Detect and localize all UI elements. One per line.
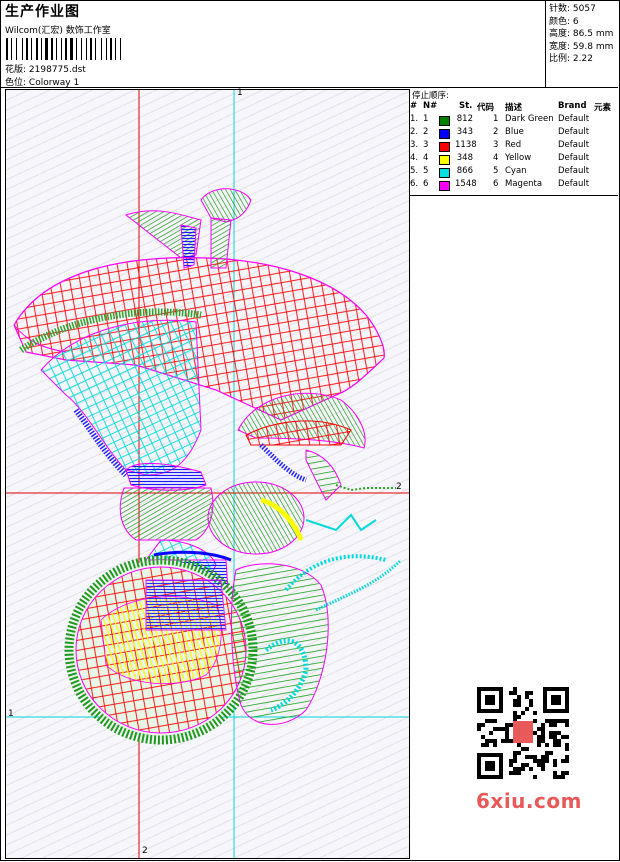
stat-scale-label: 比例: xyxy=(549,54,571,64)
col-code: 代码 xyxy=(477,103,495,113)
color-swatch xyxy=(439,116,450,126)
embroidery-preview xyxy=(6,90,409,858)
design-canvas: 1 2 1 2 xyxy=(5,88,410,859)
stat-colors: 颜色: 6 xyxy=(549,16,618,29)
col-stitches: St. xyxy=(459,101,473,111)
color-swatch xyxy=(439,181,450,191)
stop-sequence-header: # N# St. 代码 描述 Brand 元素 xyxy=(409,101,618,113)
design-file-label: 花版: xyxy=(5,65,27,75)
row-num: 3. xyxy=(410,140,419,150)
row-stitches: 812 xyxy=(456,114,473,124)
row-n: 2 xyxy=(423,127,429,137)
row-stitches: 1548 xyxy=(455,179,477,189)
stop-sequence-row: 4. 4 348 4 Yellow Default xyxy=(409,153,618,166)
stat-stitches-label: 针数: xyxy=(549,4,571,14)
row-stitches: 866 xyxy=(456,166,473,176)
barcode xyxy=(6,38,141,60)
row-n: 6 xyxy=(423,179,429,189)
row-desc: Cyan xyxy=(505,166,527,176)
stop-sequence-table: 停止顺序: # N# St. 代码 描述 Brand 元素 1. 1 812 1 Dar… xyxy=(409,89,618,196)
color-swatch xyxy=(439,142,450,152)
row-desc: Blue xyxy=(505,127,524,137)
row-num: 5. xyxy=(410,166,419,176)
stat-colors-value: 6 xyxy=(572,16,579,27)
axis-label-top: 1 xyxy=(237,88,243,98)
row-code: 2 xyxy=(493,127,499,137)
design-file-value: 2198775.dst xyxy=(28,65,86,75)
col-desc: 描述 xyxy=(505,103,523,113)
row-code: 6 xyxy=(493,179,499,189)
row-num: 1. xyxy=(410,114,419,124)
row-stitches: 348 xyxy=(456,153,473,163)
row-brand: Default xyxy=(558,127,590,137)
color-swatch xyxy=(439,168,450,178)
row-brand: Default xyxy=(558,153,590,163)
color-swatch xyxy=(439,155,450,165)
row-code: 3 xyxy=(493,140,499,150)
row-desc: Dark Green xyxy=(505,114,554,124)
stat-colors-label: 颜色: xyxy=(549,16,571,27)
col-brand: Brand xyxy=(558,101,587,111)
row-num: 6. xyxy=(410,179,419,189)
row-code: 4 xyxy=(493,153,499,163)
design-file: 花版: 2198775.dst xyxy=(5,62,86,75)
row-code: 5 xyxy=(493,166,499,176)
stop-sequence-row: 2. 2 343 2 Blue Default xyxy=(409,127,618,140)
row-stitches: 1138 xyxy=(455,140,477,150)
stop-sequence-row: 3. 3 1138 3 Red Default xyxy=(409,140,618,153)
axis-label-right: 2 xyxy=(396,482,402,492)
row-n: 3 xyxy=(423,140,429,150)
row-n: 1 xyxy=(423,114,429,124)
axis-label-left: 1 xyxy=(8,709,14,719)
stat-width-value: 59.8 mm xyxy=(572,41,614,52)
design-stats: 针数: 5057 颜色: 6 高度: 86.5 mm 宽度: 59.8 mm 比… xyxy=(546,0,618,87)
stat-width-label: 宽度: xyxy=(549,41,571,52)
row-brand: Default xyxy=(558,114,590,124)
row-n: 5 xyxy=(423,166,429,176)
col-n: N# xyxy=(423,101,438,111)
stat-height-label: 高度: xyxy=(549,29,571,39)
watermark-text: 6xiu.com xyxy=(476,789,582,813)
row-num: 4. xyxy=(410,153,419,163)
stop-sequence-title: 停止顺序: xyxy=(412,91,449,101)
stat-scale: 比例: 2.22 xyxy=(549,53,618,66)
row-code: 1 xyxy=(493,114,499,124)
row-brand: Default xyxy=(558,166,590,176)
row-num: 2. xyxy=(410,127,419,137)
axis-label-bottom: 2 xyxy=(142,846,148,856)
stat-height: 高度: 86.5 mm xyxy=(549,28,618,41)
page-title: 生产作业图 xyxy=(5,4,80,20)
row-stitches: 343 xyxy=(456,127,473,137)
stop-sequence-row: 5. 5 866 5 Cyan Default xyxy=(409,166,618,179)
row-desc: Red xyxy=(505,140,522,150)
row-n: 4 xyxy=(423,153,429,163)
stat-width: 宽度: 59.8 mm xyxy=(549,41,618,54)
stat-stitches: 针数: 5057 xyxy=(549,3,618,16)
row-desc: Yellow xyxy=(505,153,532,163)
header-divider xyxy=(0,87,618,88)
stop-sequence-row: 6. 6 1548 6 Magenta Default xyxy=(409,179,618,192)
row-desc: Magenta xyxy=(505,179,543,189)
stop-sequence-row: 1. 1 812 1 Dark Green Default xyxy=(409,114,618,127)
col-element: 元素 xyxy=(594,103,612,113)
company-name: Wilcom(汇宏) 数饰工作室 xyxy=(5,26,111,36)
col-num: # xyxy=(410,101,418,111)
stat-scale-value: 2.22 xyxy=(572,54,593,64)
qr-code xyxy=(471,681,575,785)
stat-stitches-value: 5057 xyxy=(572,4,596,14)
stat-height-value: 86.5 mm xyxy=(572,29,614,39)
row-brand: Default xyxy=(558,140,590,150)
row-brand: Default xyxy=(558,179,590,189)
color-swatch xyxy=(439,129,450,139)
header-info: 生产作业图 Wilcom(汇宏) 数饰工作室 花版: 2198775.dst 色… xyxy=(0,0,546,88)
